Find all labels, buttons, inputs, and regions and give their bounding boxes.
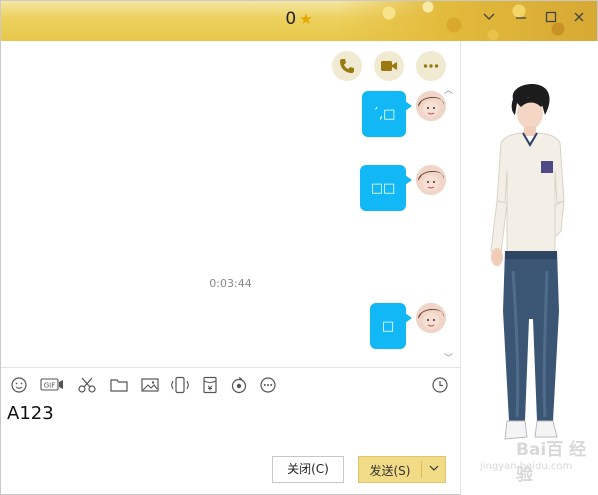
image-icon[interactable] bbox=[140, 376, 160, 394]
message-input[interactable]: A123 bbox=[7, 403, 447, 443]
clock-icon[interactable] bbox=[431, 376, 451, 394]
more-options-icon[interactable] bbox=[259, 376, 279, 394]
gif-label: GIF bbox=[44, 382, 56, 390]
send-button-separator bbox=[421, 461, 422, 478]
message-bubble[interactable]: □□ bbox=[360, 165, 412, 211]
star-icon: ★ bbox=[299, 10, 313, 28]
title-text: 0 bbox=[285, 9, 297, 29]
window-title: 0 ★ bbox=[1, 9, 597, 29]
phone-icon[interactable] bbox=[332, 51, 362, 81]
gif-icon[interactable]: GIF bbox=[40, 376, 64, 394]
red-envelope-icon[interactable] bbox=[200, 376, 220, 394]
watermark: Bai百 经验 jingyan.baidu.com bbox=[464, 431, 594, 485]
message-bubble[interactable]: □ bbox=[370, 303, 412, 349]
video-icon[interactable] bbox=[374, 51, 404, 81]
message-row: □□ bbox=[356, 165, 446, 213]
minimize-icon[interactable] bbox=[511, 10, 531, 30]
music-icon[interactable] bbox=[229, 376, 249, 394]
folder-icon[interactable] bbox=[109, 376, 129, 394]
close-button[interactable]: 关闭(C) bbox=[272, 456, 344, 483]
shake-icon[interactable] bbox=[170, 376, 190, 394]
message-row: □ bbox=[356, 303, 446, 351]
scroll-down-icon[interactable]: ﹀ bbox=[444, 355, 454, 364]
more-icon[interactable] bbox=[416, 51, 446, 81]
emoji-icon[interactable] bbox=[10, 376, 30, 394]
maximize-icon[interactable] bbox=[541, 10, 561, 30]
send-options-chevron-icon[interactable] bbox=[423, 462, 445, 477]
scissors-icon[interactable] bbox=[77, 376, 97, 394]
message-area[interactable]: ︿ ﹀ ´,□ □□ 0:03:44 □ bbox=[1, 41, 460, 367]
message-bubble[interactable]: ´,□ bbox=[362, 91, 412, 137]
title-bar[interactable]: 0 ★ bbox=[1, 1, 597, 41]
close-icon[interactable] bbox=[569, 10, 589, 30]
input-toolbar: GIF bbox=[1, 368, 460, 402]
watermark-logo-text: Bai百 经验 bbox=[516, 440, 587, 485]
message-row: ´,□ bbox=[356, 91, 446, 139]
avatar[interactable] bbox=[416, 165, 446, 195]
avatar[interactable] bbox=[416, 91, 446, 121]
send-button-label: 发送(S) bbox=[369, 464, 411, 478]
chevron-down-icon[interactable] bbox=[479, 10, 499, 30]
send-button[interactable]: 发送(S) bbox=[358, 456, 446, 483]
chat-window: 0 ★ ︿ ﹀ ´,□ □□ 0:03:44 □ GIF A123 关闭(C) … bbox=[0, 0, 598, 495]
watermark-url: jingyan.baidu.com bbox=[480, 461, 573, 472]
character-figure bbox=[490, 83, 565, 440]
avatar[interactable] bbox=[416, 303, 446, 333]
show-character-panel[interactable] bbox=[461, 41, 598, 495]
message-timestamp: 0:03:44 bbox=[209, 277, 252, 290]
